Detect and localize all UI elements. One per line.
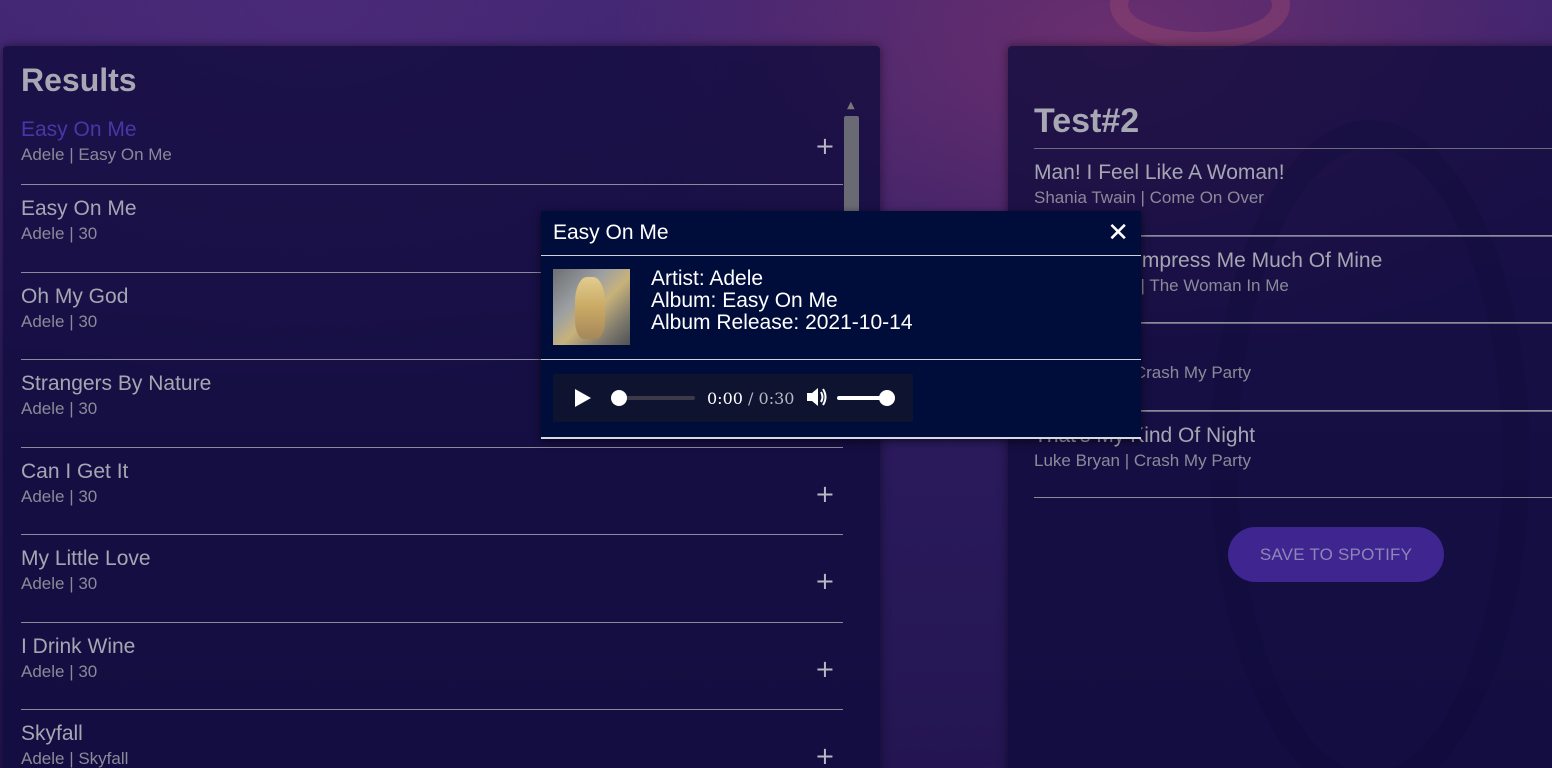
album-cover-image [553,269,630,345]
volume-slider[interactable] [837,390,895,406]
track-meta: Adele | Easy On Me [21,145,172,164]
audio-player: 0:00 / 0:30 [553,374,913,422]
track-name[interactable]: Man! I Feel Like A Woman! [1034,161,1552,185]
save-to-spotify-button[interactable]: SAVE TO SPOTIFY [1228,527,1444,582]
result-track[interactable]: Can I Get It Adele | 30 + [21,448,843,535]
album-line: Album: Easy On Me [651,289,838,312]
track-meta: Luke Bryan | Crash My Party [1034,450,1251,470]
track-meta: Adele | 30 [21,574,98,593]
results-title: Results [21,62,137,98]
seek-thumb[interactable] [611,390,627,406]
track-name[interactable]: My Little Love [21,547,843,571]
duration: 0:30 [758,389,795,408]
track-info: Artist: Adele Album: Easy On Me Album Re… [651,268,913,334]
playlist-title[interactable]: Test#2 [1034,102,1139,141]
track-meta: Shania Twain | Come On Over [1034,188,1264,207]
track-preview-modal: Easy On Me ✕ Artist: Adele Album: Easy O… [541,211,1141,439]
time-separator: / [748,389,754,408]
scroll-thumb[interactable] [844,116,859,216]
background-shape [1110,0,1290,50]
track-name[interactable]: I Drink Wine [21,635,843,659]
add-track-button[interactable]: + [815,744,835,768]
artist-line: Artist: Adele [651,267,764,290]
play-icon[interactable] [575,389,591,407]
track-meta: Adele | Skyfall [21,749,129,768]
result-track[interactable]: I Drink Wine Adele | 30 + [21,623,843,710]
track-meta: Adele | 30 [21,486,98,506]
add-track-button[interactable]: + [815,134,835,158]
result-track[interactable]: My Little Love Adele | 30 + [21,535,843,623]
volume-thumb[interactable] [879,390,895,406]
close-icon[interactable]: ✕ [1107,220,1129,246]
modal-body: Artist: Adele Album: Easy On Me Album Re… [541,256,1141,360]
time-display: 0:00 / 0:30 [707,389,794,408]
seek-slider[interactable] [611,390,695,406]
current-time: 0:00 [707,389,743,408]
add-track-button[interactable]: + [815,569,835,593]
add-track-button[interactable]: + [815,482,835,506]
modal-title: Easy On Me [553,221,669,244]
volume-icon[interactable] [805,385,827,409]
scroll-up-icon[interactable]: ▲ [847,100,855,111]
result-track[interactable]: Easy On Me Adele | Easy On Me + [21,116,843,185]
modal-header: Easy On Me ✕ [541,211,1141,256]
add-track-button[interactable]: + [815,657,835,681]
result-track[interactable]: Skyfall Adele | Skyfall + [21,710,843,768]
track-name[interactable]: Easy On Me [21,118,843,142]
track-name[interactable]: Can I Get It [21,460,843,484]
track-meta: Adele | 30 [21,661,98,681]
track-name[interactable]: Skyfall [21,722,843,746]
release-line: Album Release: 2021-10-14 [651,311,913,334]
